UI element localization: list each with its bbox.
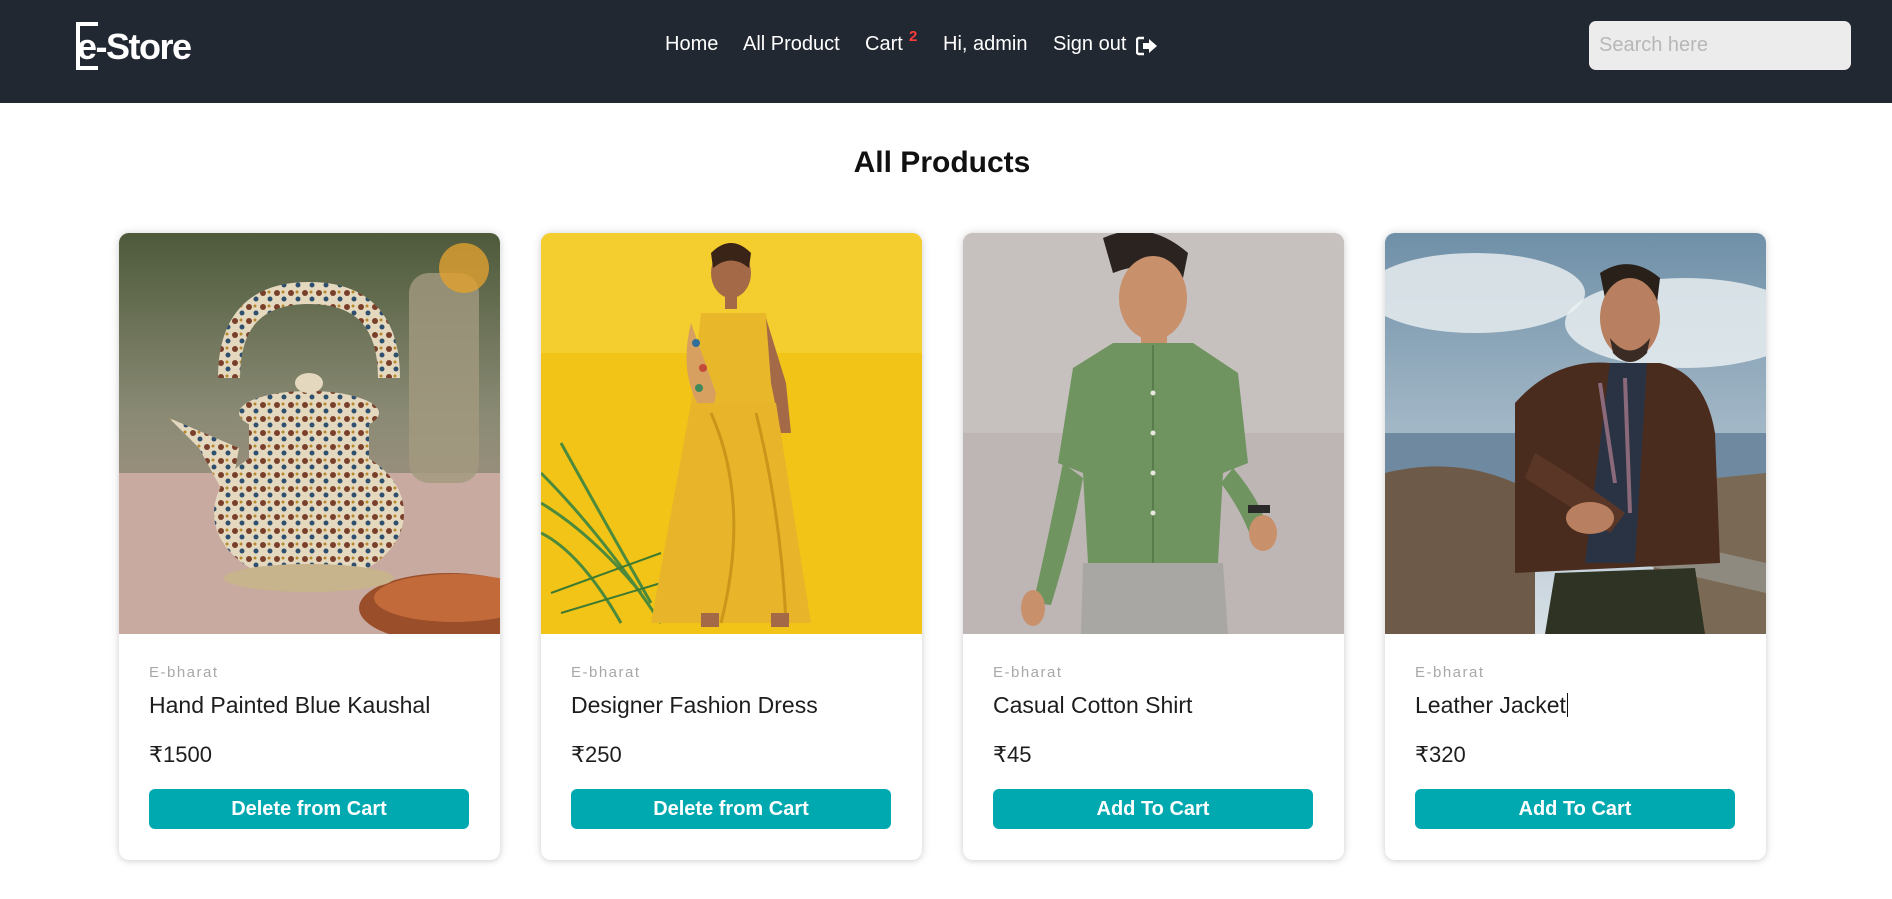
product-name: Casual Cotton Shirt <box>993 692 1193 718</box>
product-name-text: Leather Jacket <box>1415 692 1566 718</box>
product-price: ₹1500 <box>149 742 212 767</box>
product-name: Hand Painted Blue Kaushal <box>149 692 431 718</box>
product-card: E-bharat Hand Painted Blue Kaushal ₹1500… <box>119 233 500 860</box>
product-price: ₹320 <box>1415 742 1466 767</box>
nav-sign-out[interactable]: Sign out <box>1053 33 1126 56</box>
page-title: All Products <box>853 146 1031 179</box>
leather-jacket-photo[interactable] <box>1385 233 1766 634</box>
product-brand: E-bharat <box>1415 664 1485 681</box>
yellow-dress-photo[interactable] <box>541 233 922 634</box>
product-card: E-bharat Designer Fashion Dress ₹250 Del… <box>541 233 922 860</box>
user-greeting: Hi, admin <box>943 33 1028 55</box>
product-brand: E-bharat <box>149 664 219 681</box>
green-shirt-photo[interactable] <box>963 233 1344 634</box>
search-input[interactable] <box>1589 21 1851 70</box>
product-card: E-bharat Leather Jacket ₹320 Add To Cart <box>1385 233 1766 860</box>
add-to-cart-button[interactable]: Add To Cart <box>1415 789 1735 829</box>
product-brand: E-bharat <box>993 664 1063 681</box>
delete-from-cart-button[interactable]: Delete from Cart <box>149 789 469 829</box>
sign-out-icon[interactable] <box>1136 36 1158 56</box>
product-name: Designer Fashion Dress <box>571 692 818 718</box>
delete-from-cart-button[interactable]: Delete from Cart <box>571 789 891 829</box>
top-navbar: e-Store Home All Product Cart 2 Hi, admi… <box>0 0 1892 103</box>
product-card: E-bharat Casual Cotton Shirt ₹45 Add To … <box>963 233 1344 860</box>
product-price: ₹250 <box>571 742 622 767</box>
nav-all-product[interactable]: All Product <box>743 33 840 56</box>
product-brand: E-bharat <box>571 664 641 681</box>
product-name: Leather Jacket <box>1415 692 1568 719</box>
text-cursor <box>1566 693 1568 717</box>
painted-kettle-photo[interactable] <box>119 233 500 634</box>
product-price: ₹45 <box>993 742 1032 767</box>
nav-home[interactable]: Home <box>665 33 718 56</box>
nav-cart[interactable]: Cart <box>865 33 903 56</box>
add-to-cart-button[interactable]: Add To Cart <box>993 789 1313 829</box>
cart-count-badge: 2 <box>909 28 918 45</box>
